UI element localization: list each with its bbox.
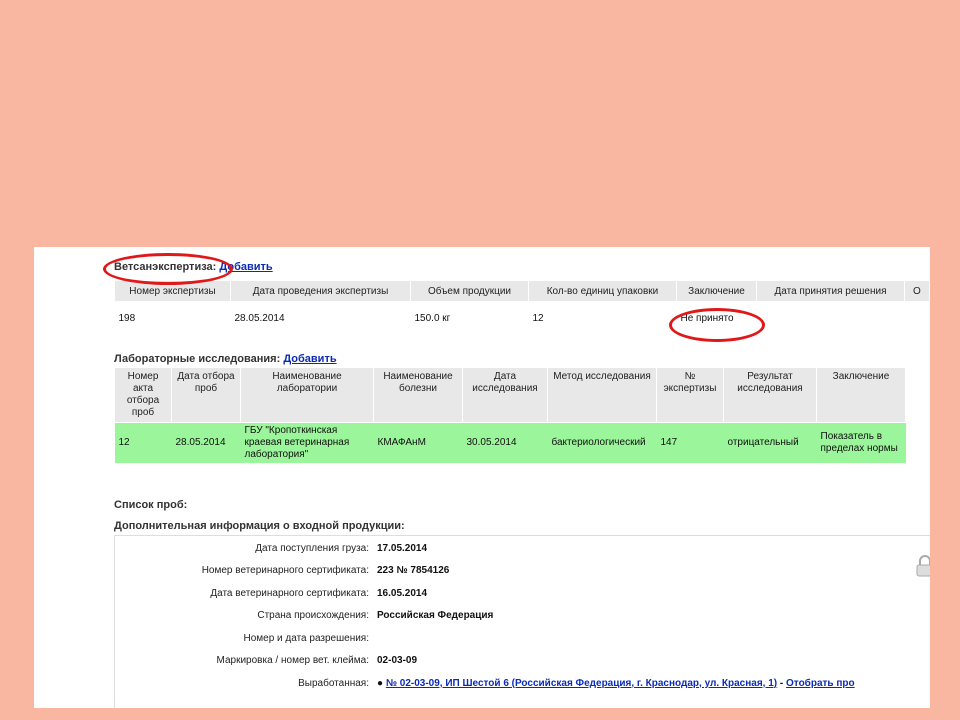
field-label: Выработанная: <box>298 677 369 689</box>
field-label: Дата поступления груза: <box>255 542 369 554</box>
list-item: Дата ветеринарного сертификата: 16.05.201… <box>110 582 859 605</box>
lab-table: Номер акта отбора проб Дата отбора проб … <box>114 367 906 463</box>
field-value: Российская Федерация <box>377 610 494 622</box>
col-lab-name: Наименование лаборатории <box>240 367 374 423</box>
col-method: Метод исследования <box>547 367 657 423</box>
cell-o <box>905 302 930 335</box>
cell-exam-no: 147 <box>656 422 724 463</box>
field-label: Номер ветеринарного сертификата: <box>201 565 369 577</box>
cell-decision-date <box>757 302 905 335</box>
cell-disease: КМАФАнМ <box>373 422 463 463</box>
list-item: Страна происхождения: Российская Федераци… <box>110 605 859 628</box>
vet-table: Номер экспертизы Дата проведения эксперт… <box>114 280 930 334</box>
cell-lab-conclusion: Показатель в пределах нормы <box>816 422 906 463</box>
cell-act-number: 12 <box>114 422 172 463</box>
cell-result: отрицательный <box>723 422 817 463</box>
field-value: 17.05.2014 <box>377 542 428 554</box>
list-item: Выработанная: ● № 02-03-09, ИП Шестой 6 … <box>110 672 859 695</box>
col-conclusion: Заключение <box>676 280 757 302</box>
field-label: Страна происхождения: <box>257 610 369 622</box>
cell-lab-name: ГБУ "Кропоткинская краевая ветеринарная … <box>240 422 374 463</box>
cell-research-date: 30.05.2014 <box>462 422 548 463</box>
bullet-icon: ● <box>377 677 386 689</box>
lab-title-text: Лабораторные исследования: <box>114 353 281 365</box>
cell-volume: 150.0 кг <box>414 312 451 324</box>
table-row: 12 28.05.2014 ГБУ "Кропоткинская краевая… <box>114 422 906 463</box>
cell-exam-number: 198 <box>118 312 136 324</box>
cell-pack-count: 12 <box>532 312 544 324</box>
col-sample-date: Дата отбора проб <box>171 367 241 423</box>
produced-value: ● № 02-03-09, ИП Шестой 6 (Российская Фе… <box>373 672 859 695</box>
highlight-oval-conclusion <box>669 308 765 342</box>
content-panel: Ветсанэкспертиза: Добавить Номер эксперт… <box>34 247 930 708</box>
select-sample-link[interactable]: Отобрать про <box>786 678 855 689</box>
col-result: Результат исследования <box>723 367 817 423</box>
field-label: Дата ветеринарного сертификата: <box>210 587 369 599</box>
samples-title: Список проб: <box>114 499 188 511</box>
lock-icon[interactable] <box>916 555 930 577</box>
vet-header-row: Номер экспертизы Дата проведения эксперт… <box>114 280 930 302</box>
lab-header-row: Номер акта отбора проб Дата отбора проб … <box>114 367 906 423</box>
lab-section-title: Лабораторные исследования: Добавить <box>114 353 337 365</box>
cell-sample-date: 28.05.2014 <box>171 422 241 463</box>
extra-info-title: Дополнительная информация о входной прод… <box>114 520 405 532</box>
lab-add-link[interactable]: Добавить <box>283 353 336 365</box>
col-exam-no: № экспертизы <box>656 367 724 423</box>
col-lab-conclusion: Заключение <box>816 367 906 423</box>
col-o: О <box>904 280 930 302</box>
cell-method: бактериологический <box>547 422 657 463</box>
list-item: Номер и дата разрешения: <box>110 627 859 650</box>
col-research-date: Дата исследования <box>462 367 548 423</box>
cell-exam-date: 28.05.2014 <box>234 312 285 324</box>
col-disease: Наименование болезни <box>373 367 463 423</box>
list-item: Дата поступления груза: 17.05.2014 <box>110 537 859 560</box>
field-value <box>373 627 859 650</box>
field-label: Маркировка / номер вет. клейма: <box>216 655 369 667</box>
producer-link[interactable]: № 02-03-09, ИП Шестой 6 (Российская Феде… <box>386 678 777 689</box>
field-label: Номер и дата разрешения: <box>243 632 369 644</box>
col-pack-count: Кол-во единиц упаковки <box>528 280 677 302</box>
field-value: 223 № 7854126 <box>377 565 450 577</box>
col-volume: Объем продукции <box>410 280 529 302</box>
list-item: Номер ветеринарного сертификата: 223 № 78… <box>110 560 859 583</box>
table-row: 198 28.05.2014 150.0 кг 12 Не принято <box>115 302 930 335</box>
list-item: Маркировка / номер вет. клейма: 02-03-09 <box>110 650 859 673</box>
field-value: 16.05.2014 <box>377 587 428 599</box>
extra-info-table: Дата поступления груза: 17.05.2014 Номер … <box>110 537 859 695</box>
col-decision-date: Дата принятия решения <box>756 280 905 302</box>
col-act-number: Номер акта отбора проб <box>114 367 172 423</box>
field-value: 02-03-09 <box>377 655 418 667</box>
col-exam-date: Дата проведения экспертизы <box>230 280 411 302</box>
separator: - <box>777 677 787 689</box>
highlight-oval-vet <box>103 253 233 285</box>
